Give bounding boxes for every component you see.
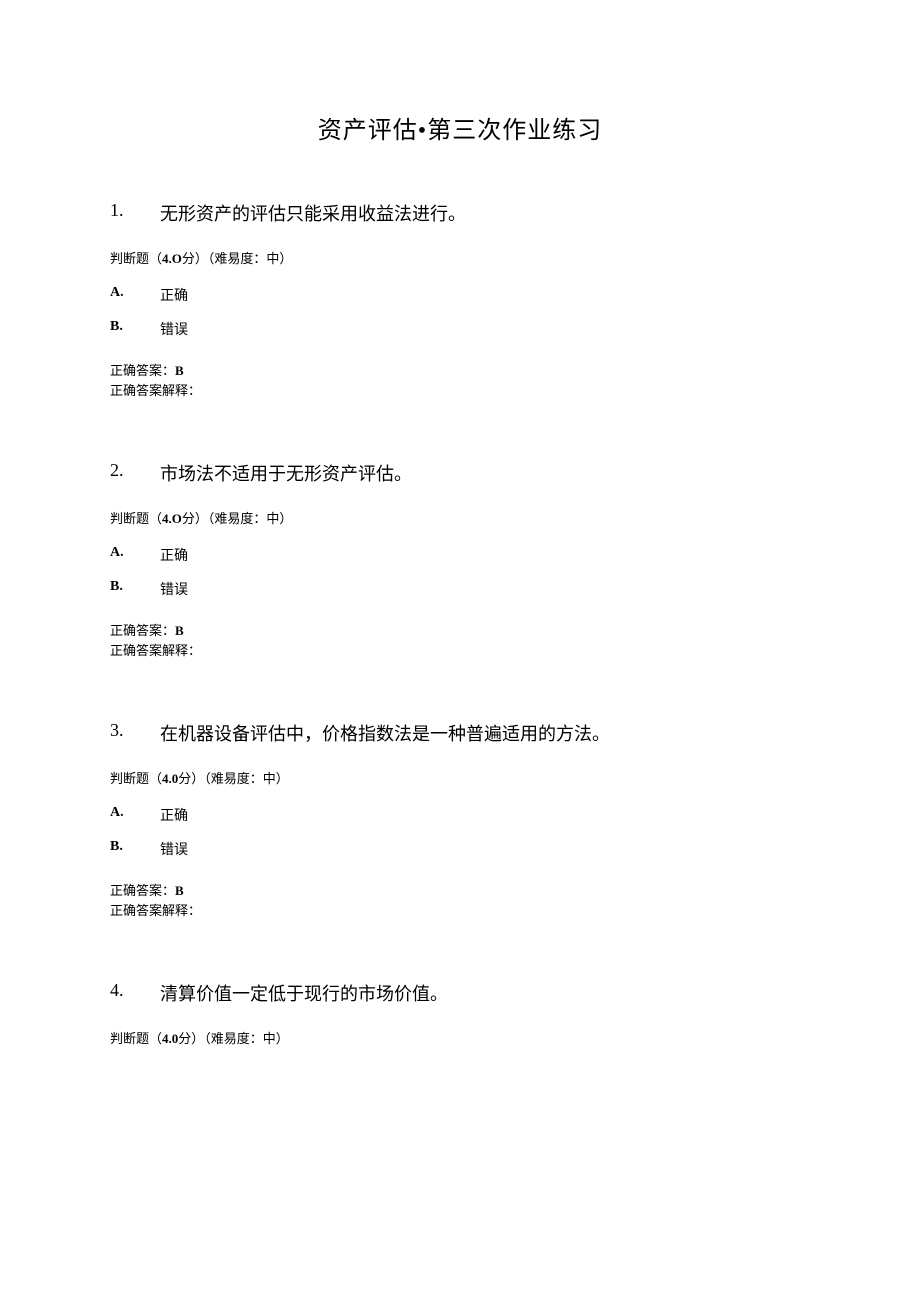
question-text: 市场法不适用于无形资产评估。 (160, 460, 810, 486)
option-label: B. (110, 839, 160, 859)
option-label: B. (110, 319, 160, 339)
meta-prefix: 判断题（ (110, 1031, 162, 1046)
explain-label: 正确答案解释： (110, 643, 201, 658)
meta-suffix: 分）（难易度：中） (182, 251, 293, 266)
question-meta: 判断题（4.0分）（难易度：中） (110, 1028, 810, 1047)
option-text: 正确 (160, 545, 810, 565)
option-text: 正确 (160, 285, 810, 305)
question-meta: 判断题（4.O分）（难易度：中） (110, 508, 810, 527)
option-b: B. 错误 (110, 319, 810, 339)
explain-label: 正确答案解释： (110, 383, 201, 398)
option-label: B. (110, 579, 160, 599)
meta-suffix: 分）（难易度：中） (178, 771, 289, 786)
question-number: 2. (110, 460, 160, 486)
explain-label: 正确答案解释： (110, 903, 201, 918)
question-header: 1. 无形资产的评估只能采用收益法进行。 (110, 200, 810, 226)
answer-label: 正确答案： (110, 883, 175, 898)
answer-block: 正确答案：B 正确答案解释： (110, 881, 810, 920)
question-points: 4.0 (162, 771, 178, 786)
question-header: 4. 清算价值一定低于现行的市场价值。 (110, 980, 810, 1006)
option-label: A. (110, 545, 160, 565)
option-a: A. 正确 (110, 805, 810, 825)
question-block: 2. 市场法不适用于无形资产评估。 判断题（4.O分）（难易度：中） A. 正确… (110, 460, 810, 660)
question-text: 无形资产的评估只能采用收益法进行。 (160, 200, 810, 226)
question-header: 2. 市场法不适用于无形资产评估。 (110, 460, 810, 486)
question-header: 3. 在机器设备评估中，价格指数法是一种普遍适用的方法。 (110, 720, 810, 746)
question-block: 3. 在机器设备评估中，价格指数法是一种普遍适用的方法。 判断题（4.0分）（难… (110, 720, 810, 920)
option-b: B. 错误 (110, 839, 810, 859)
meta-suffix: 分）（难易度：中） (182, 511, 293, 526)
option-b: B. 错误 (110, 579, 810, 599)
question-number: 3. (110, 720, 160, 746)
option-text: 错误 (160, 319, 810, 339)
question-block: 1. 无形资产的评估只能采用收益法进行。 判断题（4.O分）（难易度：中） A.… (110, 200, 810, 400)
question-meta: 判断题（4.O分）（难易度：中） (110, 248, 810, 267)
answer-value: B (175, 363, 184, 378)
option-text: 正确 (160, 805, 810, 825)
answer-label: 正确答案： (110, 363, 175, 378)
meta-prefix: 判断题（ (110, 511, 162, 526)
option-label: A. (110, 805, 160, 825)
question-points: 4.O (162, 511, 182, 526)
answer-value: B (175, 623, 184, 638)
question-text: 清算价值一定低于现行的市场价值。 (160, 980, 810, 1006)
answer-label: 正确答案： (110, 623, 175, 638)
option-a: A. 正确 (110, 285, 810, 305)
page-title: 资产评估•第三次作业练习 (110, 110, 810, 145)
meta-prefix: 判断题（ (110, 251, 162, 266)
question-meta: 判断题（4.0分）（难易度：中） (110, 768, 810, 787)
meta-prefix: 判断题（ (110, 771, 162, 786)
answer-value: B (175, 883, 184, 898)
answer-block: 正确答案：B 正确答案解释： (110, 621, 810, 660)
option-label: A. (110, 285, 160, 305)
question-block: 4. 清算价值一定低于现行的市场价值。 判断题（4.0分）（难易度：中） (110, 980, 810, 1047)
answer-block: 正确答案：B 正确答案解释： (110, 361, 810, 400)
question-points: 4.0 (162, 1031, 178, 1046)
question-number: 1. (110, 200, 160, 226)
option-text: 错误 (160, 839, 810, 859)
question-number: 4. (110, 980, 160, 1006)
meta-suffix: 分）（难易度：中） (178, 1031, 289, 1046)
question-text: 在机器设备评估中，价格指数法是一种普遍适用的方法。 (160, 720, 810, 746)
option-text: 错误 (160, 579, 810, 599)
option-a: A. 正确 (110, 545, 810, 565)
question-points: 4.O (162, 251, 182, 266)
